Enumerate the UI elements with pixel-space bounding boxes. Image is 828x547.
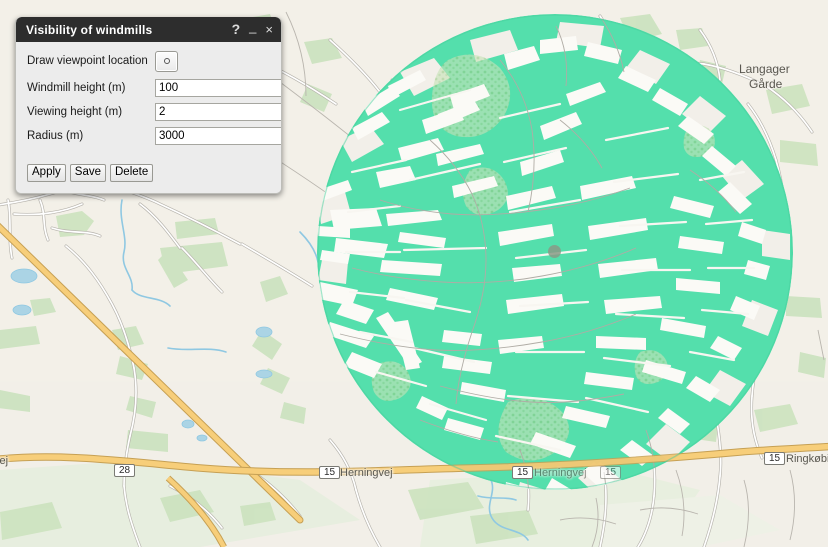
row-windmill-height: Windmill height (m) bbox=[27, 79, 281, 97]
road-shield-15-a: 15 bbox=[319, 466, 341, 479]
minimize-icon[interactable]: _ bbox=[249, 20, 256, 33]
close-icon[interactable]: × bbox=[265, 23, 273, 36]
windmill-height-input[interactable] bbox=[155, 79, 281, 97]
dialog-title: Visibility of windmills bbox=[26, 22, 153, 37]
radius-input[interactable] bbox=[155, 127, 281, 145]
visibility-of-windmills-dialog[interactable]: Visibility of windmills ? _ × Draw viewp… bbox=[15, 17, 282, 194]
row-draw-viewpoint: Draw viewpoint location bbox=[27, 50, 270, 72]
application-root: Langager Gårde vej Herningvej Herningvej… bbox=[0, 0, 828, 547]
road-shield-15-c: 15 bbox=[600, 466, 622, 479]
label-draw-viewpoint-location: Draw viewpoint location bbox=[27, 55, 148, 67]
label-viewing-height: Viewing height (m) bbox=[27, 106, 123, 118]
label-radius: Radius (m) bbox=[27, 130, 84, 142]
row-radius: Radius (m) bbox=[27, 127, 281, 145]
viewpoint-marker[interactable] bbox=[548, 245, 561, 258]
save-button[interactable]: Save bbox=[69, 164, 106, 182]
label-windmill-height: Windmill height (m) bbox=[27, 82, 126, 94]
dialog-footer: Apply Save Delete bbox=[16, 151, 281, 193]
row-viewing-height: Viewing height (m) bbox=[27, 103, 281, 121]
delete-button[interactable]: Delete bbox=[110, 164, 154, 182]
draw-viewpoint-location-button[interactable] bbox=[155, 50, 178, 72]
road-shield-15-b: 15 bbox=[512, 466, 534, 479]
circle-dot-icon bbox=[163, 58, 170, 64]
apply-button[interactable]: Apply bbox=[27, 164, 66, 182]
dialog-body: Draw viewpoint location Windmill height … bbox=[16, 42, 281, 145]
dialog-titlebar[interactable]: Visibility of windmills ? _ × bbox=[16, 17, 281, 42]
road-shield-28: 28 bbox=[114, 464, 136, 477]
help-icon[interactable]: ? bbox=[232, 22, 241, 36]
road-shield-15-d: 15 bbox=[764, 452, 786, 465]
viewing-height-input[interactable] bbox=[155, 103, 281, 121]
